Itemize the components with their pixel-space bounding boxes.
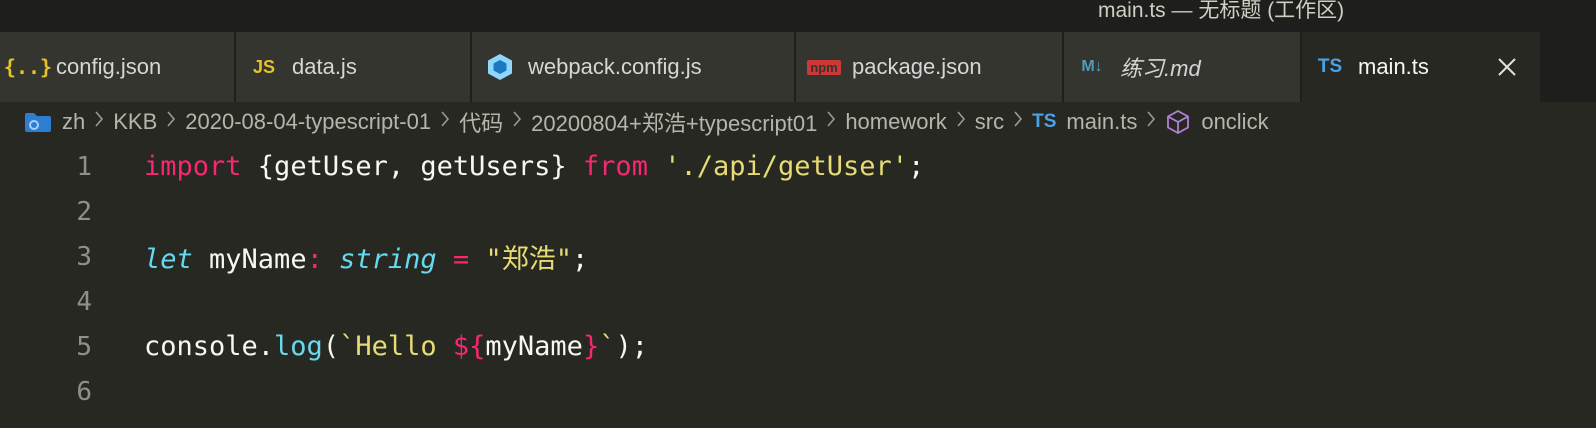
breadcrumb-item[interactable]: src [975,109,1004,135]
code-token: : [306,244,323,275]
npm-icon: npm [807,59,841,75]
code-editor[interactable]: 1 import {getUser, getUsers} from './api/… [0,142,1596,414]
code-line[interactable]: 4 [0,279,1596,324]
code-token: string [339,244,437,275]
code-token: console. [144,331,275,362]
breadcrumb-label: 代码 [459,111,504,136]
tab-strip-empty [1540,32,1596,102]
code-token: import [144,151,242,182]
code-token: } [582,331,600,362]
webpack-icon [484,53,516,81]
breadcrumb-label: KKB [113,109,158,134]
code-token: let [144,244,193,275]
tab-data-js[interactable]: JS data.js [236,32,472,102]
close-icon[interactable] [1494,54,1520,80]
line-number: 5 [76,331,92,362]
json-braces-icon: {..} [3,55,53,79]
breadcrumb-label: homework [845,109,947,134]
code-token: myName [192,244,307,275]
line-number: 2 [76,196,92,227]
chevron-right-icon [955,109,967,135]
breadcrumb-label: zh [62,109,86,134]
folder-icon [24,110,52,134]
ts-icon: TS [1317,56,1343,77]
chevron-right-icon [511,109,523,135]
tab-label: package.json [852,54,982,79]
code-token: ; [908,151,925,182]
code-token: ); [615,331,648,362]
breadcrumb-label: 2020-08-04-typescript-01 [185,109,432,134]
tab-label: config.json [56,54,162,79]
tab-strip: {..} config.json JS data.js webpack.config.j… [0,32,1596,102]
code-line[interactable]: 2 [0,189,1596,234]
code-token: log [274,331,323,362]
breadcrumb-label: 20200804+郑浩+typescript01 [531,111,818,136]
tab-label: 练习.md [1120,56,1201,81]
code-line[interactable]: 6 [0,369,1596,414]
breadcrumb-item[interactable]: zh [24,109,85,135]
symbol-method-icon [1165,109,1191,135]
code-token: ; [571,244,589,275]
chevron-right-icon [825,109,837,135]
breadcrumb-label: src [974,109,1005,134]
chevron-right-icon [439,109,451,135]
code-token: ( [322,331,340,362]
code-token: "郑浩" [485,244,572,275]
code-line[interactable]: 3 let myName: string = "郑浩"; [0,234,1596,279]
breadcrumb-item[interactable]: 2020-08-04-typescript-01 [185,109,431,135]
ts-icon: TS [1032,111,1057,132]
code-token: ` [599,331,616,362]
breadcrumb: zh KKB 2020-08-04-typescript-01 代码 20200804+… [0,102,1596,142]
line-number: 4 [76,286,92,317]
line-number: 6 [76,376,92,407]
breadcrumb-label: onclick [1201,109,1269,134]
breadcrumb-item[interactable]: homework [845,109,946,135]
tab-package-json[interactable]: npm package.json [796,32,1064,102]
window-title: main.ts — 无标题 (工作区) [1098,0,1345,22]
breadcrumb-item[interactable]: 代码 [459,106,503,138]
breadcrumb-item[interactable]: 20200804+郑浩+typescript01 [531,106,817,138]
code-token: './api/getUser' [664,151,909,182]
code-token: ${ [452,331,486,362]
code-text: import {getUser, getUsers} from './api/g… [144,151,924,182]
code-token: `Hello [339,331,453,362]
breadcrumb-item[interactable]: TS main.ts [1032,109,1137,135]
code-token: {getUser, getUsers} [241,151,583,182]
markdown-icon: M↓ [1081,58,1103,75]
code-token: = [452,244,470,275]
chevron-right-icon [93,109,105,135]
code-token: myName [485,331,583,362]
breadcrumb-item[interactable]: KKB [113,109,157,135]
tab-config-json[interactable]: {..} config.json [0,32,236,102]
code-text: let myName: string = "郑浩"; [144,237,588,276]
tab-md[interactable]: M↓ 练习.md [1064,32,1302,102]
tab-label: main.ts [1358,54,1429,79]
tab-main-ts[interactable]: TS main.ts [1302,32,1540,102]
tab-label: webpack.config.js [528,54,702,79]
chevron-right-icon [165,109,177,135]
code-line[interactable]: 1 import {getUser, getUsers} from './api/… [0,144,1596,189]
code-line[interactable]: 5 console.log(`Hello ${myName}`); [0,324,1596,369]
breadcrumb-label: main.ts [1066,109,1138,134]
tab-webpack-config-js[interactable]: webpack.config.js [472,32,796,102]
chevron-right-icon [1012,109,1024,135]
code-text: console.log(`Hello ${myName}`); [144,331,648,362]
tab-label: data.js [292,54,357,79]
title-bar: main.ts — 无标题 (工作区) [0,0,1596,32]
chevron-right-icon [1145,109,1157,135]
line-number: 1 [76,151,92,182]
code-token: from [582,151,648,182]
breadcrumb-item[interactable]: onclick [1165,109,1269,135]
js-icon: JS [252,56,276,77]
line-number: 3 [76,241,92,272]
